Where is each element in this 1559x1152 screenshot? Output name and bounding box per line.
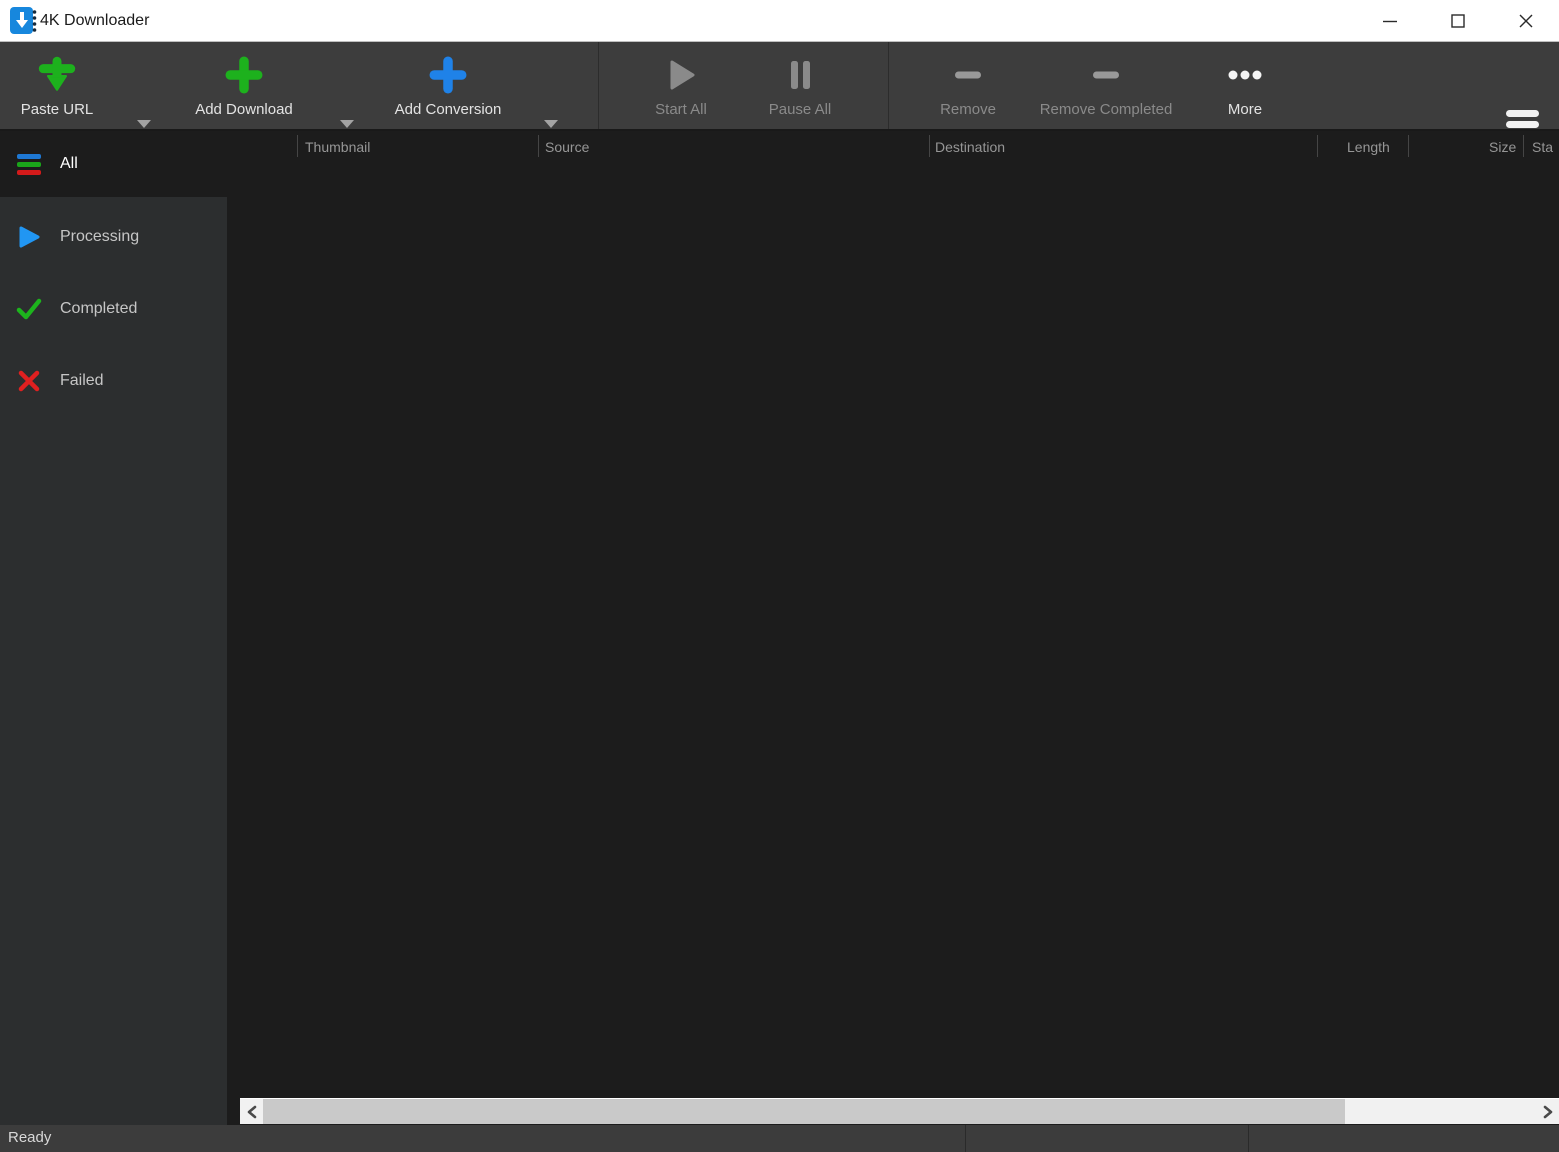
chevron-left-icon (247, 1105, 257, 1119)
toolbar-separator (598, 42, 599, 129)
sidebar-item-failed[interactable]: Failed (0, 345, 227, 417)
add-conversion-button[interactable]: Add Conversion (373, 48, 523, 124)
download-list: Thumbnail Source Destination Length Size… (227, 131, 1559, 1125)
remove-completed-button[interactable]: Remove Completed (1016, 48, 1196, 124)
add-download-button[interactable]: Add Download (169, 48, 319, 124)
more-ellipsis-icon (1225, 52, 1265, 98)
statusbar: Ready (0, 1125, 1559, 1152)
sidebar-item-label: Processing (60, 228, 139, 246)
add-download-label: Add Download (195, 101, 293, 118)
scroll-left-button[interactable] (240, 1099, 263, 1124)
sidebar-item-label: Completed (60, 300, 137, 318)
minimize-icon (1381, 12, 1399, 30)
completed-check-icon (16, 296, 42, 322)
remove-completed-label: Remove Completed (1040, 101, 1173, 118)
all-filter-icon (16, 151, 42, 177)
column-separator[interactable] (929, 135, 930, 157)
horizontal-scrollbar[interactable] (240, 1098, 1559, 1124)
app-icon (10, 7, 37, 34)
add-download-dropdown-caret-icon[interactable] (340, 120, 354, 128)
statusbar-separator (1248, 1125, 1249, 1152)
start-all-label: Start All (655, 101, 707, 118)
window-title: 4K Downloader (40, 0, 149, 41)
start-all-play-icon (663, 52, 699, 98)
column-separator[interactable] (1523, 135, 1524, 157)
column-header-thumbnail[interactable]: Thumbnail (305, 139, 370, 155)
column-separator[interactable] (538, 135, 539, 157)
sidebar: All Processing Completed Failed (0, 131, 227, 1125)
close-icon (1517, 12, 1535, 30)
column-separator[interactable] (1317, 135, 1318, 157)
add-download-plus-icon (225, 52, 263, 98)
scrollbar-thumb[interactable] (263, 1099, 1345, 1124)
scroll-right-button[interactable] (1536, 1099, 1559, 1124)
column-separator[interactable] (1408, 135, 1409, 157)
remove-label: Remove (940, 101, 996, 118)
add-conversion-label: Add Conversion (395, 101, 502, 118)
pause-all-pause-icon (782, 52, 818, 98)
pause-all-button[interactable]: Pause All (725, 48, 875, 124)
minimize-button[interactable] (1362, 0, 1418, 41)
maximize-icon (1449, 12, 1467, 30)
paste-url-dropdown-caret-icon[interactable] (137, 120, 151, 128)
maximize-button[interactable] (1430, 0, 1486, 41)
chevron-right-icon (1543, 1105, 1553, 1119)
more-button[interactable]: More (1170, 48, 1320, 124)
remove-minus-icon (950, 52, 986, 98)
column-header-length[interactable]: Length (1347, 139, 1390, 155)
paste-url-label: Paste URL (21, 101, 94, 118)
status-text: Ready (8, 1125, 51, 1152)
sidebar-item-all[interactable]: All (0, 131, 227, 197)
processing-play-icon (16, 224, 42, 250)
pause-all-label: Pause All (769, 101, 832, 118)
sidebar-item-label: All (60, 155, 78, 173)
toolbar: Paste URL Add Download Add Conversion (0, 42, 1559, 131)
remove-completed-minus-icon (1088, 52, 1124, 98)
column-header-source[interactable]: Source (545, 139, 589, 155)
toolbar-separator (888, 42, 889, 129)
column-header-destination[interactable]: Destination (935, 139, 1005, 155)
sidebar-item-processing[interactable]: Processing (0, 201, 227, 273)
paste-url-button[interactable]: Paste URL (0, 48, 114, 124)
add-conversion-plus-icon (429, 52, 467, 98)
failed-x-icon (16, 368, 42, 394)
paste-url-icon (38, 52, 76, 98)
column-separator[interactable] (297, 135, 298, 157)
column-header-status[interactable]: Sta (1532, 139, 1553, 155)
sidebar-item-completed[interactable]: Completed (0, 273, 227, 345)
titlebar: 4K Downloader (0, 0, 1559, 42)
more-label: More (1228, 101, 1262, 118)
sidebar-item-label: Failed (60, 372, 104, 390)
close-button[interactable] (1498, 0, 1554, 41)
statusbar-separator (965, 1125, 966, 1152)
column-header-size[interactable]: Size (1489, 139, 1516, 155)
add-conversion-dropdown-caret-icon[interactable] (544, 120, 558, 128)
